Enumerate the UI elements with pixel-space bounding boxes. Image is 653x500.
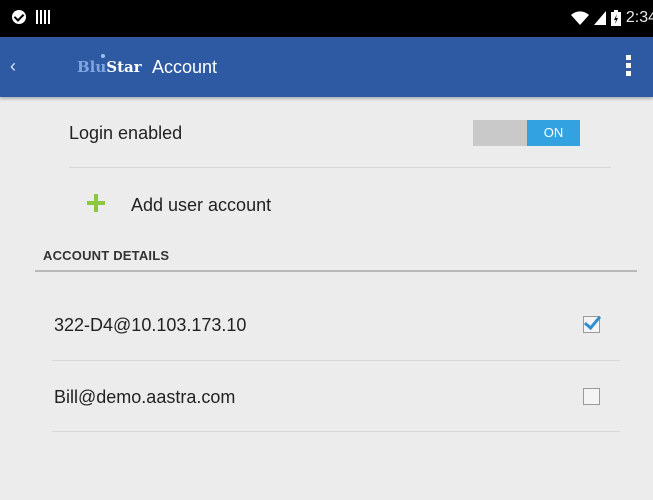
battery-icon	[610, 10, 621, 26]
plus-icon	[87, 194, 105, 212]
overflow-menu-icon[interactable]	[626, 55, 632, 76]
account-address: 322-D4@10.103.173.10	[54, 315, 247, 335]
account-checkbox[interactable]	[583, 311, 602, 333]
add-user-account-label: Add user account	[131, 195, 272, 215]
signal-icon	[593, 11, 606, 25]
login-enabled-label: Login enabled	[69, 123, 183, 143]
back-chevron-icon[interactable]: ‹	[10, 56, 16, 77]
wifi-icon	[570, 11, 589, 25]
clock: 2:34	[625, 9, 653, 26]
account-address: Bill@demo.aastra.com	[54, 387, 236, 407]
checkmark-icon	[583, 311, 602, 331]
section-divider	[35, 270, 637, 272]
status-bar: 2:34	[0, 0, 653, 37]
barcode-icon	[36, 10, 50, 24]
system-icons: 2:34	[570, 9, 653, 27]
action-bar: ‹ BluStar Account	[0, 37, 653, 97]
divider	[52, 360, 620, 361]
section-header: ACCOUNT DETAILS	[43, 248, 170, 263]
notification-icons	[12, 10, 50, 24]
toggle-on-label: ON	[527, 120, 580, 146]
account-checkbox[interactable]	[583, 388, 600, 405]
divider	[69, 167, 611, 168]
divider	[52, 431, 620, 432]
page-title: Account	[152, 57, 218, 77]
login-toggle[interactable]: ON	[473, 120, 580, 146]
check-circle-icon	[12, 10, 26, 24]
blustar-logo: BluStar	[77, 54, 142, 76]
